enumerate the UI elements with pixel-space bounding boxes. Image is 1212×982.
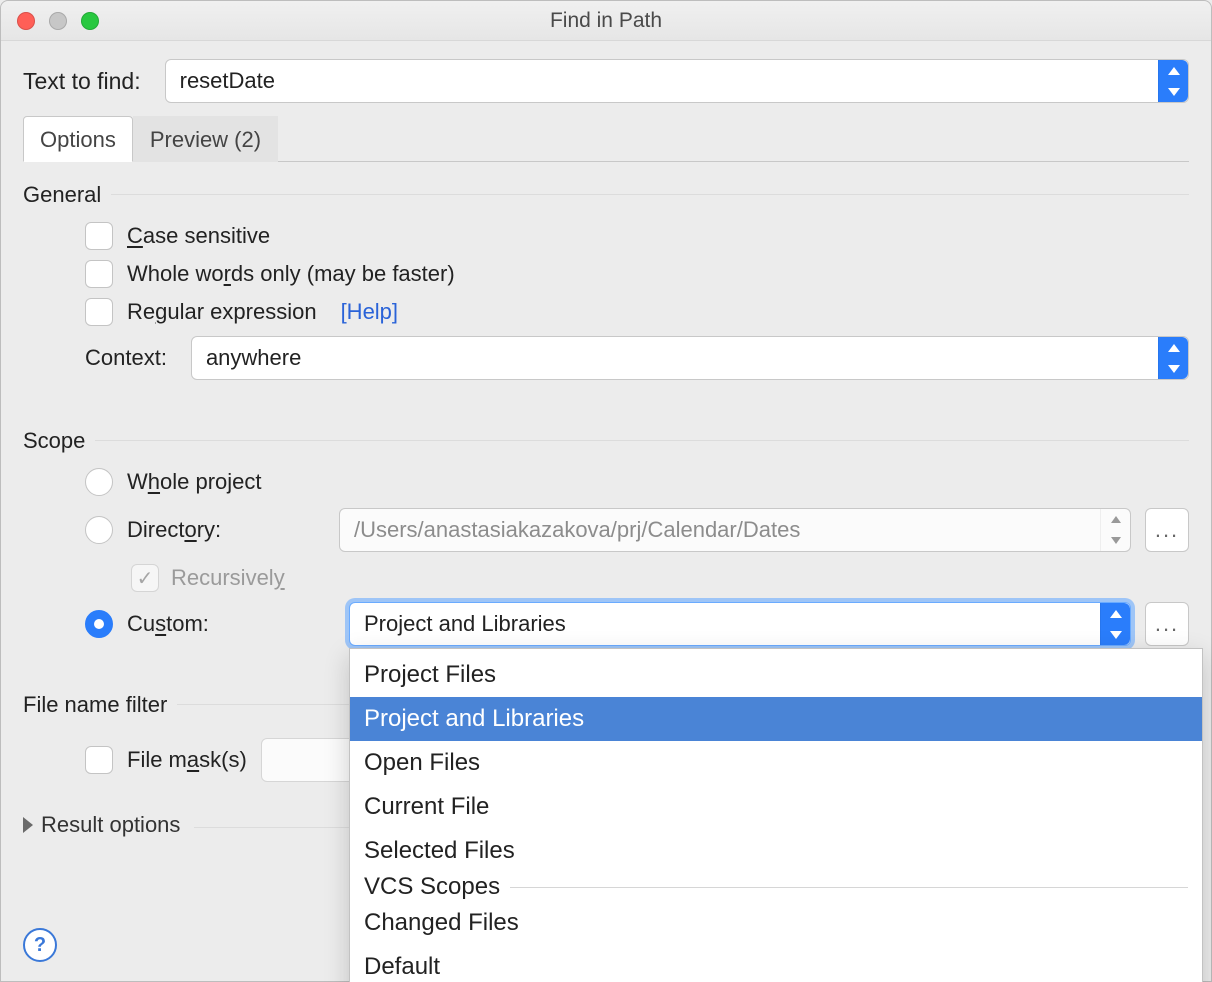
titlebar: Find in Path bbox=[1, 1, 1211, 41]
directory-path-field[interactable]: /Users/anastasiakazakova/prj/Calendar/Da… bbox=[339, 508, 1131, 552]
window-title: Find in Path bbox=[550, 9, 662, 33]
recursively-label: Recursively bbox=[171, 565, 285, 591]
dropdown-item[interactable]: Current File bbox=[350, 785, 1202, 829]
directory-browse-button[interactable]: ... bbox=[1145, 508, 1189, 552]
section-file-filter-title: File name filter bbox=[23, 692, 167, 718]
custom-scope-select[interactable]: Project and Libraries bbox=[349, 602, 1131, 646]
dropdown-item[interactable]: Selected Files bbox=[350, 829, 1202, 873]
tab-preview[interactable]: Preview (2) bbox=[133, 116, 278, 162]
dropdown-item[interactable]: Open Files bbox=[350, 741, 1202, 785]
custom-scope-browse-button[interactable]: ... bbox=[1145, 602, 1189, 646]
directory-history-stepper[interactable] bbox=[1100, 509, 1130, 551]
text-to-find-value: resetDate bbox=[180, 68, 275, 94]
minimize-icon bbox=[49, 12, 67, 30]
context-label: Context: bbox=[85, 345, 167, 371]
file-mask-label: File mask(s) bbox=[127, 747, 247, 773]
custom-scope-value: Project and Libraries bbox=[364, 611, 566, 637]
whole-words-checkbox[interactable] bbox=[85, 260, 113, 288]
regex-label: Regular expression bbox=[127, 299, 317, 325]
custom-scope-stepper[interactable] bbox=[1100, 603, 1130, 645]
find-in-path-dialog: Find in Path Text to find: resetDate Opt… bbox=[0, 0, 1212, 982]
custom-scope-dropdown: Project Files Project and Libraries Open… bbox=[349, 648, 1203, 982]
case-sensitive-checkbox[interactable] bbox=[85, 222, 113, 250]
whole-words-label: Whole words only (may be faster) bbox=[127, 261, 455, 287]
section-general-title: General bbox=[23, 182, 101, 208]
find-history-stepper[interactable] bbox=[1158, 60, 1188, 102]
divider bbox=[111, 194, 1189, 195]
dropdown-separator-label: VCS Scopes bbox=[350, 873, 1202, 901]
zoom-icon[interactable] bbox=[81, 12, 99, 30]
tab-options[interactable]: Options bbox=[23, 116, 133, 162]
scope-custom-radio[interactable] bbox=[85, 610, 113, 638]
regex-help-link[interactable]: [Help] bbox=[341, 299, 398, 325]
scope-whole-project-radio[interactable] bbox=[85, 468, 113, 496]
help-button[interactable]: ? bbox=[23, 928, 57, 962]
section-scope-title: Scope bbox=[23, 428, 85, 454]
tabs: Options Preview (2) bbox=[23, 115, 1189, 162]
directory-path-value: /Users/anastasiakazakova/prj/Calendar/Da… bbox=[354, 517, 800, 543]
scope-directory-radio[interactable] bbox=[85, 516, 113, 544]
dropdown-item[interactable]: Changed Files bbox=[350, 901, 1202, 945]
result-options-label: Result options bbox=[41, 812, 180, 838]
dropdown-item[interactable]: Default bbox=[350, 945, 1202, 982]
context-select[interactable]: anywhere bbox=[191, 336, 1189, 380]
close-icon[interactable] bbox=[17, 12, 35, 30]
file-mask-checkbox[interactable] bbox=[85, 746, 113, 774]
recursively-checkbox: ✓ bbox=[131, 564, 159, 592]
regex-checkbox[interactable] bbox=[85, 298, 113, 326]
case-sensitive-label: Case sensitive bbox=[127, 223, 270, 249]
text-to-find-input[interactable]: resetDate bbox=[165, 59, 1189, 103]
context-value: anywhere bbox=[206, 345, 301, 371]
dropdown-item[interactable]: Project Files bbox=[350, 653, 1202, 697]
chevron-right-icon bbox=[23, 817, 33, 833]
divider bbox=[95, 440, 1189, 441]
context-stepper[interactable] bbox=[1158, 337, 1188, 379]
text-to-find-label: Text to find: bbox=[23, 68, 141, 95]
scope-directory-label: Directory: bbox=[127, 517, 287, 543]
scope-custom-label: Custom: bbox=[127, 611, 287, 637]
dropdown-item[interactable]: Project and Libraries bbox=[350, 697, 1202, 741]
traffic-lights bbox=[17, 12, 99, 30]
scope-whole-project-label: Whole project bbox=[127, 469, 287, 495]
